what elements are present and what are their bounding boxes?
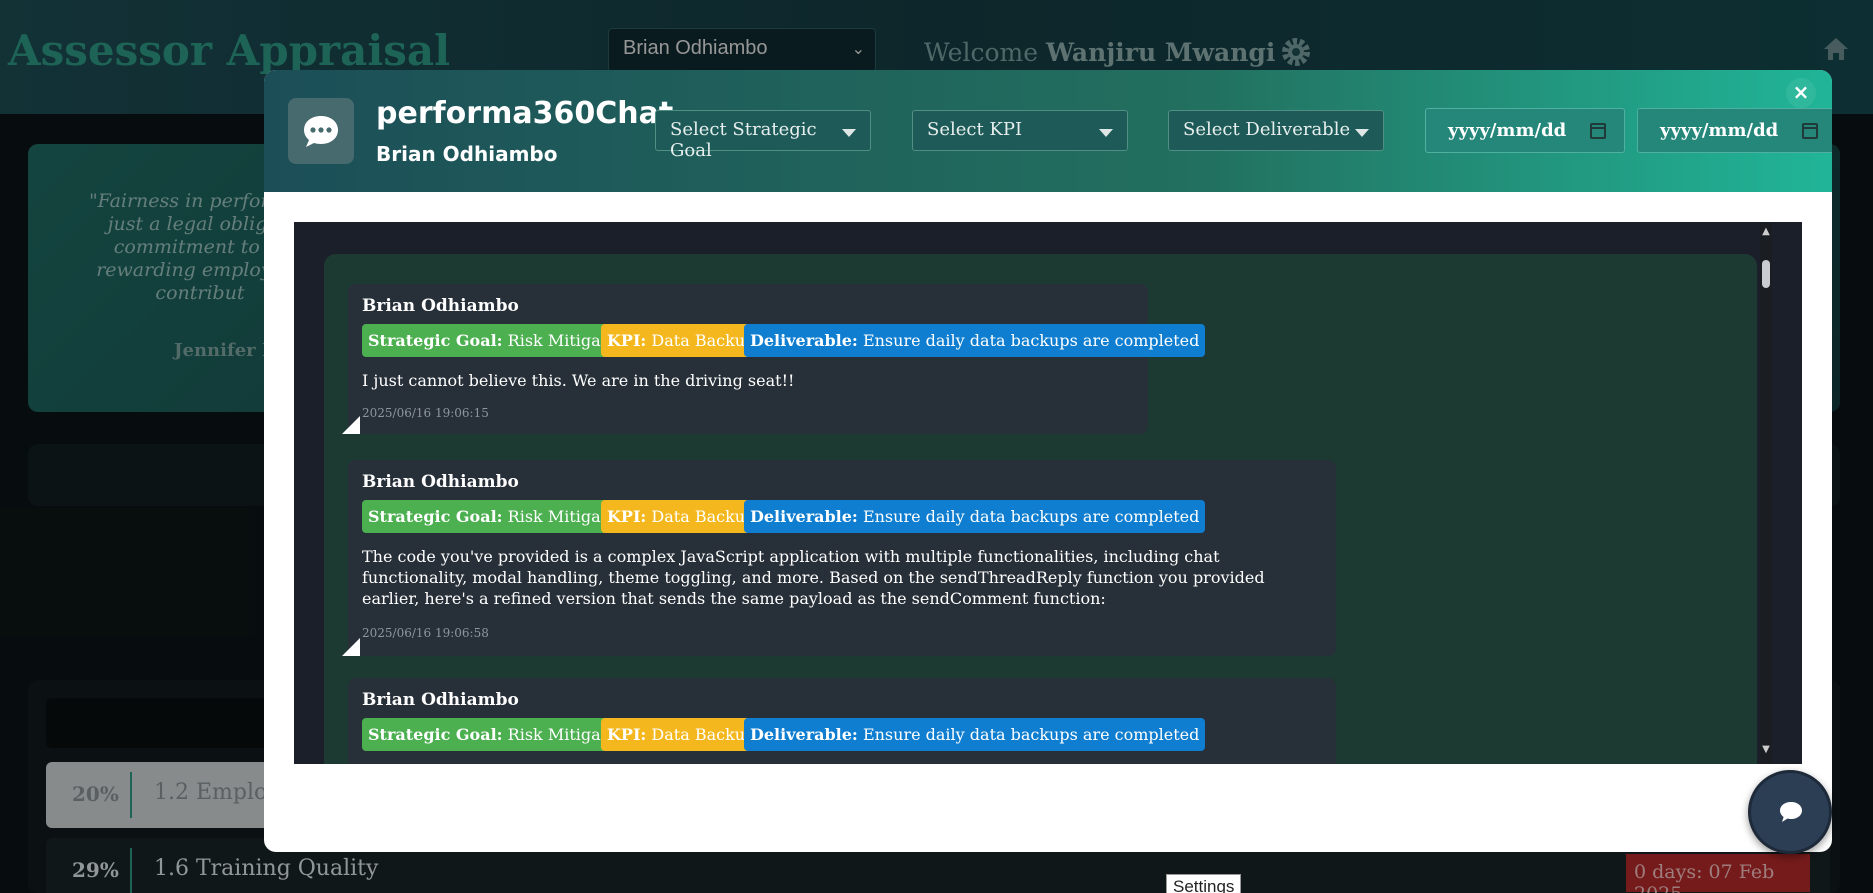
chat-scrollbar[interactable]	[1760, 222, 1772, 764]
message-timestamp: 2025/06/16 19:06:15	[362, 406, 489, 420]
chat-fab-button[interactable]	[1748, 770, 1832, 854]
caret-down-icon	[1355, 129, 1369, 137]
deliverable-select[interactable]: Select Deliverable	[1168, 110, 1384, 151]
deliverable-select-label: Select Deliverable	[1183, 119, 1351, 140]
date-to-placeholder: yyyy/mm/dd	[1660, 120, 1779, 141]
message-text: The code you've provided is a complex Ja…	[362, 547, 1265, 608]
date-from-placeholder: yyyy/mm/dd	[1448, 120, 1567, 141]
chat-message[interactable]: Brian Odhiambo Strategic Goal: Risk Miti…	[342, 460, 1336, 656]
close-button[interactable]: ×	[1786, 78, 1816, 108]
message-author: Brian Odhiambo	[362, 296, 519, 316]
speech-bubble-icon	[304, 116, 338, 147]
deliverable-tag: Deliverable: Ensure daily data backups a…	[744, 324, 1206, 357]
scroll-down-arrow-icon[interactable]: ▼	[1760, 744, 1772, 756]
modal-subtitle: Brian Odhiambo	[376, 142, 558, 166]
calendar-icon[interactable]	[1802, 123, 1818, 139]
kpi-tag: KPI: Data Backup	[601, 718, 762, 751]
message-author: Brian Odhiambo	[362, 472, 519, 492]
chat-icon	[1780, 802, 1802, 822]
message-author: Brian Odhiambo	[362, 690, 519, 710]
message-timestamp: 2025/06/16 19:06:58	[362, 626, 489, 640]
date-from-input[interactable]: yyyy/mm/dd	[1425, 108, 1625, 153]
message-tail	[342, 416, 360, 434]
kpi-select-label: Select KPI	[927, 119, 1023, 140]
comment-thread: Brian Odhiambo Strategic Goal: Risk Miti…	[324, 254, 1757, 764]
chat-logo	[288, 98, 354, 164]
modal-header: performa360Chat Brian Odhiambo Select St…	[264, 70, 1832, 192]
chat-modal: performa360Chat Brian Odhiambo Select St…	[264, 70, 1832, 852]
date-to-input[interactable]: yyyy/mm/dd	[1637, 108, 1832, 153]
chat-message[interactable]: Brian Odhiambo Strategic Goal: Risk Miti…	[348, 678, 1336, 764]
kpi-tag: KPI: Data Backup	[601, 324, 762, 357]
deliverable-tag: Deliverable: Ensure daily data backups a…	[744, 500, 1206, 533]
modal-title: performa360Chat	[376, 96, 674, 131]
strategic-goal-select-label: Select Strategic Goal	[670, 119, 817, 161]
message-text: I just cannot believe this. We are in th…	[362, 371, 795, 390]
caret-down-icon	[842, 129, 856, 137]
deliverable-tag: Deliverable: Ensure daily data backups a…	[744, 718, 1206, 751]
chat-message[interactable]: Brian Odhiambo Strategic Goal: Risk Miti…	[342, 284, 1206, 434]
kpi-select[interactable]: Select KPI	[912, 110, 1128, 151]
message-tail	[342, 638, 360, 656]
strategic-goal-tag: Strategic Goal: Risk Mitigation	[362, 324, 639, 357]
scroll-up-arrow-icon[interactable]: ▲	[1760, 226, 1772, 238]
settings-tooltip: Settings	[1166, 874, 1242, 893]
scrollbar-thumb[interactable]	[1762, 260, 1770, 288]
strategic-goal-select[interactable]: Select Strategic Goal	[655, 110, 871, 161]
calendar-icon[interactable]	[1590, 123, 1606, 139]
kpi-tag: KPI: Data Backup	[601, 500, 762, 533]
strategic-goal-tag: Strategic Goal: Risk Mitigation	[362, 718, 639, 751]
caret-down-icon	[1099, 129, 1113, 137]
strategic-goal-tag: Strategic Goal: Risk Mitigation	[362, 500, 639, 533]
